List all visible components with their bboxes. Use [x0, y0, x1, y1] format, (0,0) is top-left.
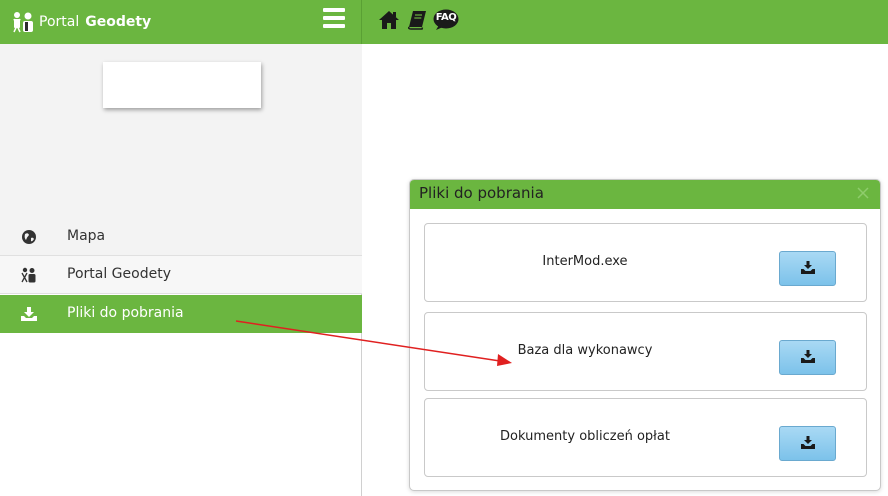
logo-area — [0, 44, 362, 218]
file-row-dokumenty-oplat: Dokumenty obliczeń opłat — [424, 398, 867, 477]
download-icon — [801, 261, 815, 274]
app: Portal Geodety Mapa Portal Geodety Pliki… — [0, 0, 888, 496]
brand[interactable]: Portal Geodety — [10, 9, 151, 35]
surveyor-icon — [21, 267, 36, 283]
sidebar: Portal Geodety Mapa Portal Geodety Pliki… — [0, 0, 362, 496]
download-button[interactable] — [779, 251, 836, 286]
brand-text-portal: Portal — [39, 14, 80, 30]
faq-icon[interactable]: FAQ — [433, 9, 459, 31]
file-name: InterMod.exe — [542, 254, 628, 269]
globe-icon — [22, 230, 36, 244]
sidebar-item-label: Pliki do pobrania — [67, 305, 184, 321]
sidebar-item-label: Portal Geodety — [67, 266, 171, 282]
hamburger-menu-icon[interactable] — [323, 8, 345, 30]
dialog-title: Pliki do pobrania — [419, 184, 544, 202]
file-name: Dokumenty obliczeń opłat — [500, 429, 670, 444]
topbar: FAQ — [362, 0, 888, 44]
sidebar-item-label: Mapa — [67, 228, 106, 244]
file-row-intermod: InterMod.exe — [424, 223, 867, 302]
download-button[interactable] — [779, 340, 836, 375]
brand-text-geodety: Geodety — [85, 14, 152, 30]
faq-label: FAQ — [435, 12, 457, 23]
download-icon — [801, 350, 815, 363]
dialog-header: Pliki do pobrania — [410, 180, 880, 209]
book-icon[interactable] — [407, 10, 427, 30]
surveyor-logo-icon — [13, 12, 33, 33]
sidebar-header: Portal Geodety — [0, 0, 362, 44]
download-icon — [21, 307, 37, 321]
sidebar-item-pliki-do-pobrania[interactable]: Pliki do pobrania — [0, 295, 362, 333]
file-name: Baza dla wykonawcy — [517, 343, 653, 358]
file-row-baza-dla-wykonawcy: Baza dla wykonawcy — [424, 312, 867, 391]
download-button[interactable] — [779, 426, 836, 461]
download-icon — [801, 436, 815, 449]
sidebar-item-mapa[interactable]: Mapa — [0, 218, 362, 256]
sidebar-item-portal-geodety[interactable]: Portal Geodety — [0, 256, 362, 294]
logo-placeholder — [103, 62, 261, 108]
home-icon[interactable] — [378, 10, 400, 30]
downloads-dialog: Pliki do pobrania InterMod.exe Baza dla … — [409, 179, 881, 491]
close-icon[interactable] — [856, 186, 870, 200]
